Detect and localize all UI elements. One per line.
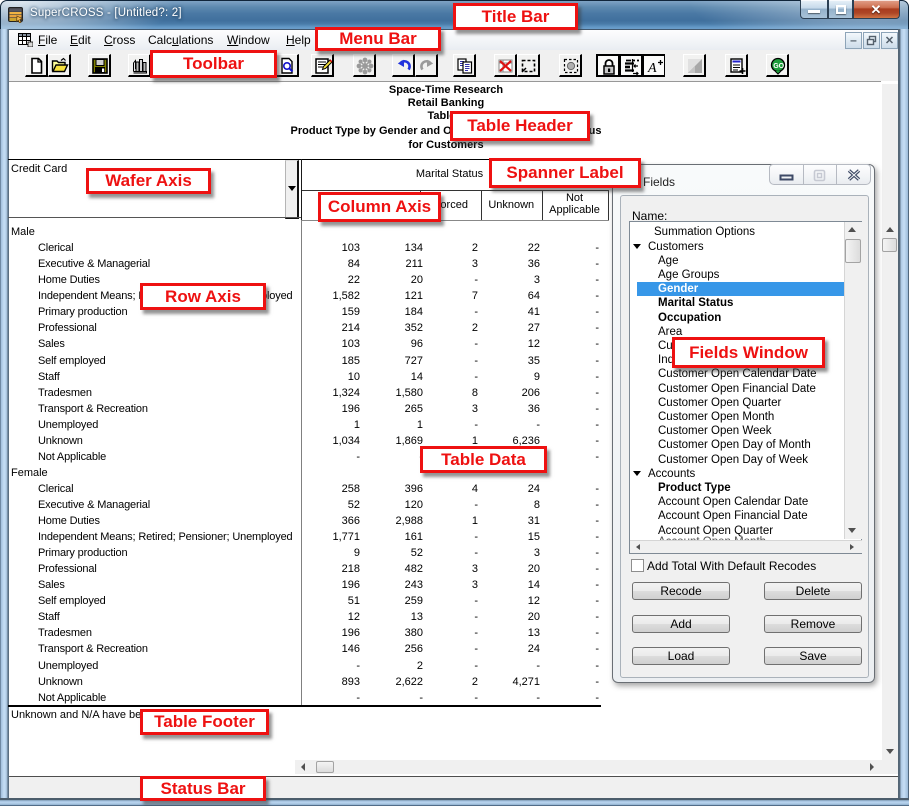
svg-text:A: A xyxy=(647,61,657,76)
svg-text:GO: GO xyxy=(773,63,784,70)
